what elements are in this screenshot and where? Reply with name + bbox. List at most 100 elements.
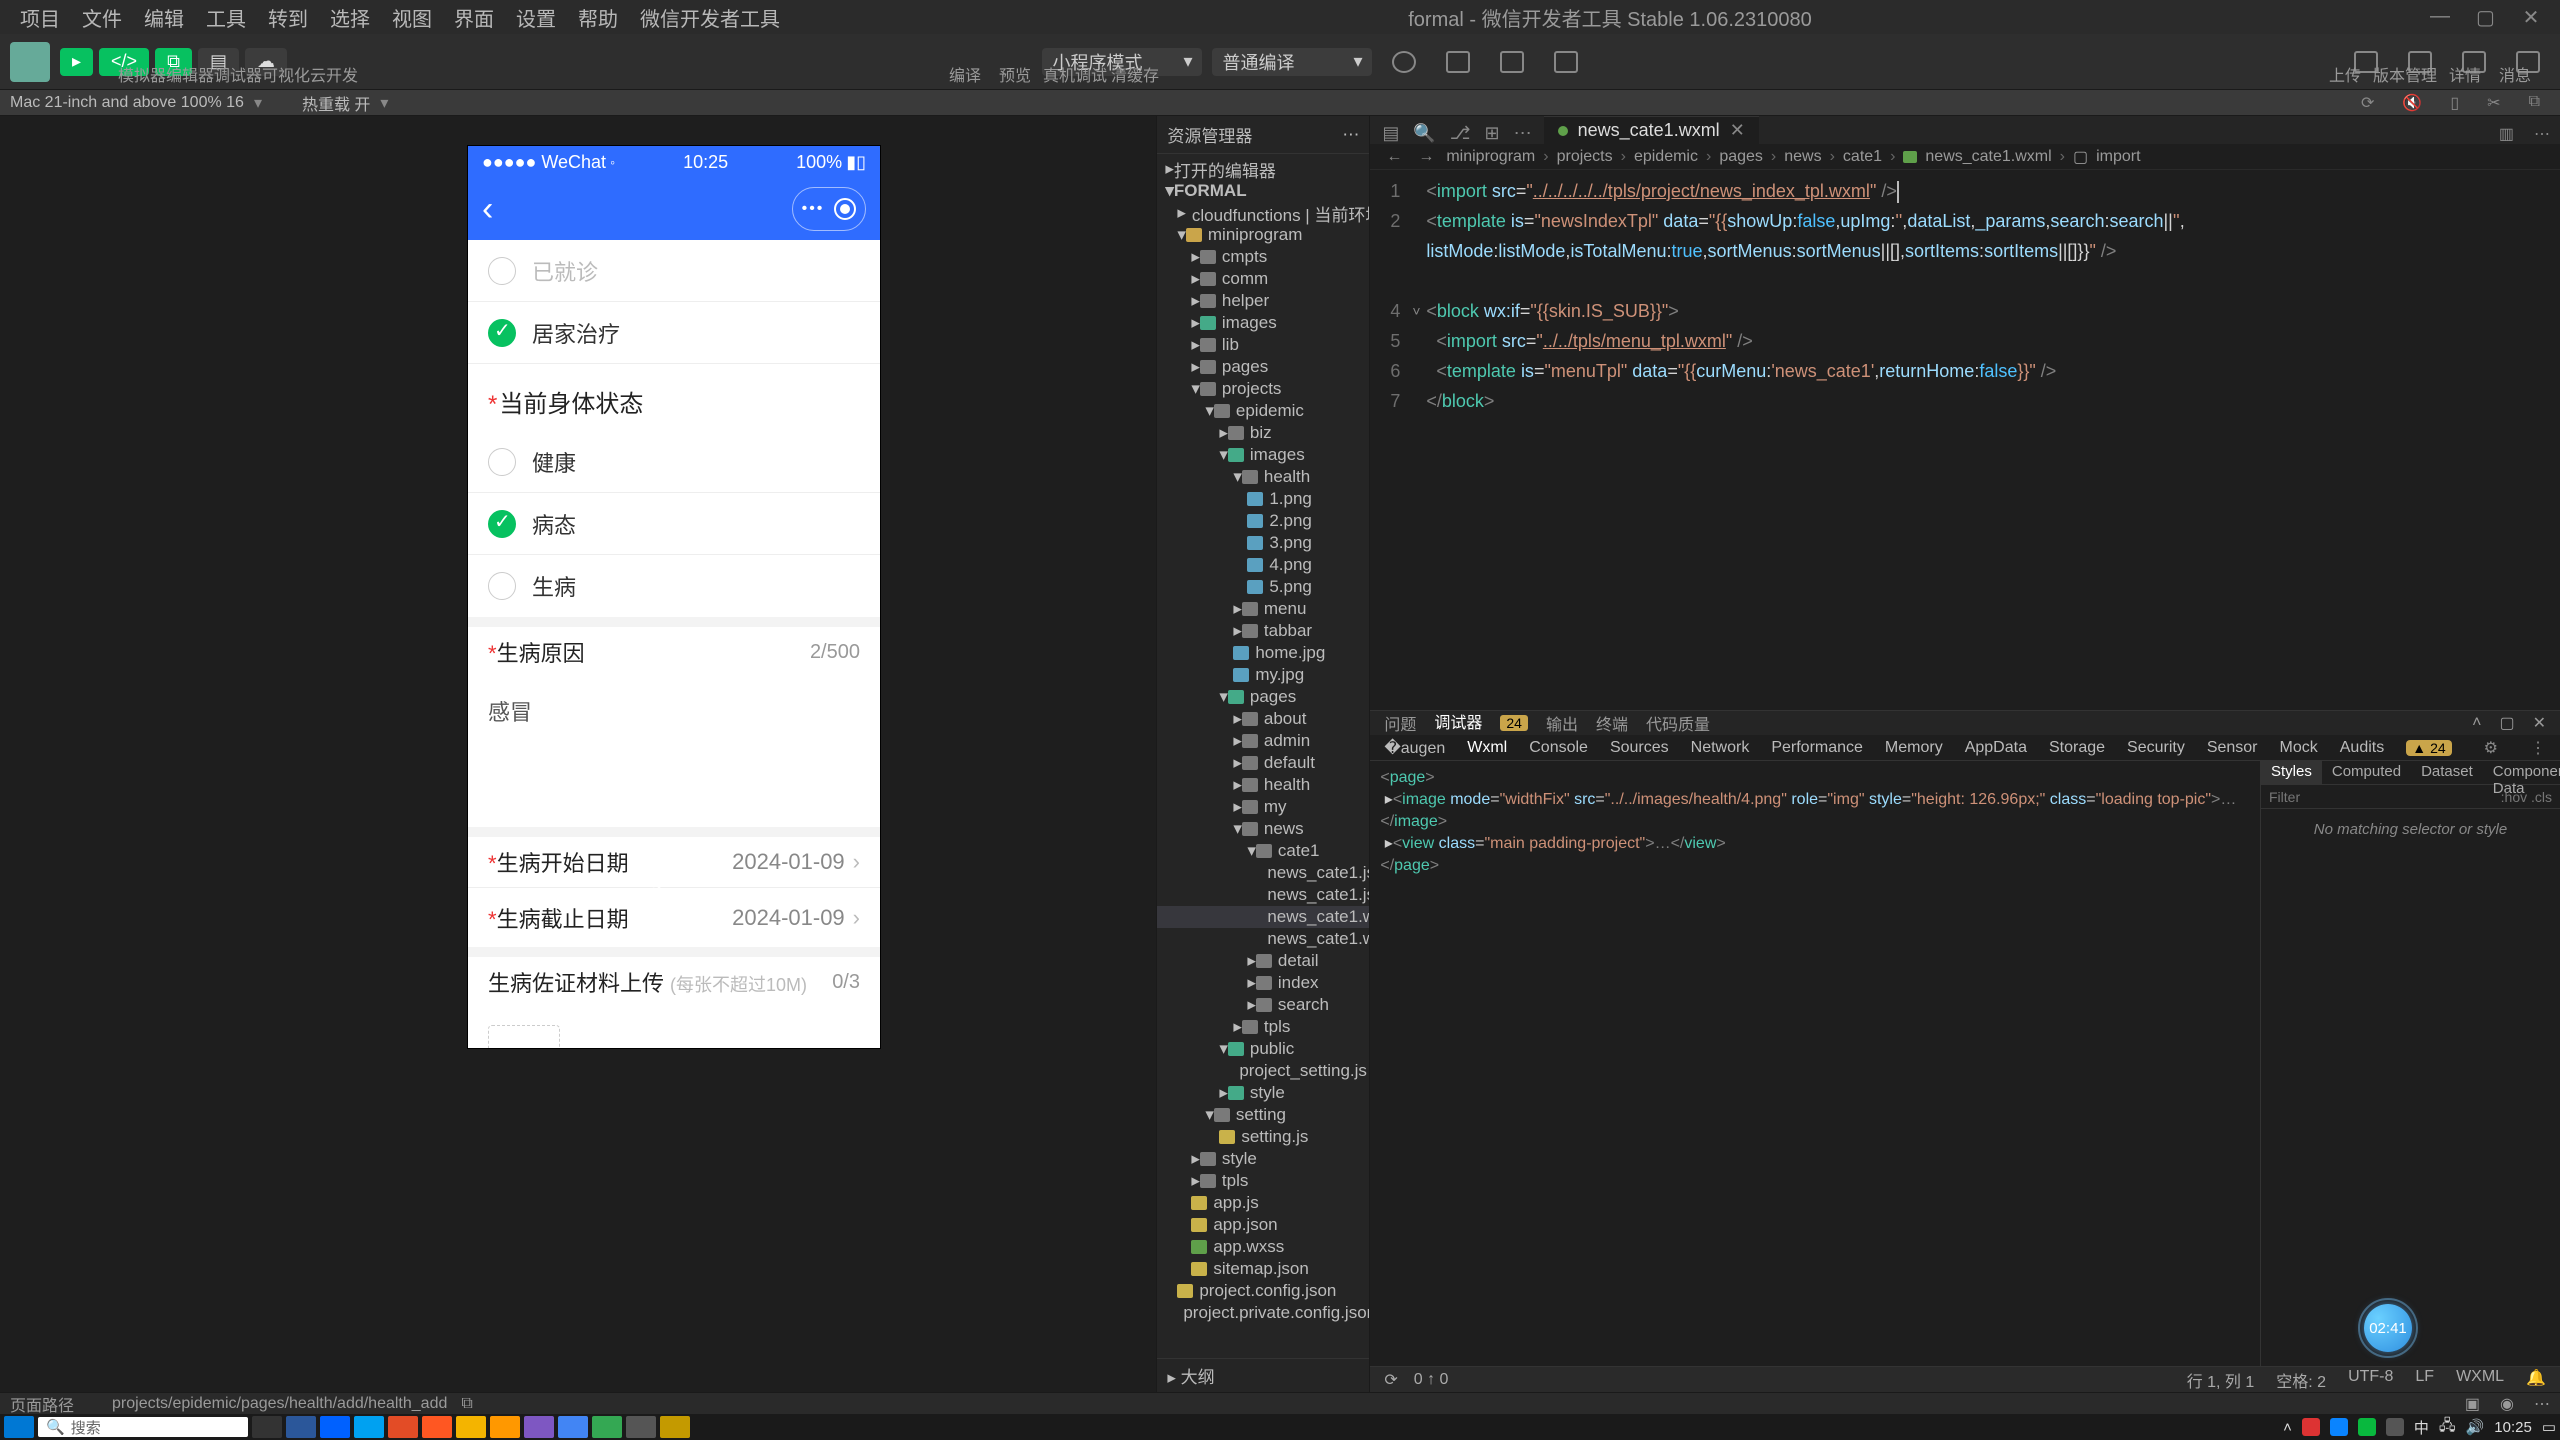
tree-folder[interactable]: ▸ lib bbox=[1157, 334, 1369, 356]
gear-icon[interactable]: ⚙ bbox=[2484, 738, 2498, 758]
tab-debugger[interactable]: 调试器 bbox=[1434, 709, 1482, 737]
devtab-perf[interactable]: Performance bbox=[1771, 739, 1863, 757]
capsule-menu-icon[interactable]: ••• bbox=[802, 200, 825, 218]
tree-folder[interactable]: ▸ my bbox=[1157, 796, 1369, 818]
eol[interactable]: LF bbox=[2415, 1368, 2434, 1392]
tree-file[interactable]: 3.png bbox=[1157, 532, 1369, 554]
tab-close-icon[interactable]: ✕ bbox=[1730, 120, 1745, 141]
app-icon[interactable] bbox=[320, 1416, 350, 1438]
tab-output[interactable]: 输出 bbox=[1546, 711, 1578, 735]
git-sync-icon[interactable]: ⟳ bbox=[1384, 1370, 1397, 1390]
remote-debug-button[interactable] bbox=[1490, 40, 1534, 84]
editor-more-icon[interactable]: ⋯ bbox=[2524, 124, 2560, 144]
tree-folder[interactable]: ▸ images bbox=[1157, 312, 1369, 334]
window-min-icon[interactable]: — bbox=[2430, 5, 2448, 30]
tree-file[interactable]: project.private.config.json bbox=[1157, 1302, 1369, 1324]
tray-chevron-icon[interactable]: ˄ bbox=[2283, 1419, 2292, 1436]
tree-file-active[interactable]: news_cate1.wxml bbox=[1157, 906, 1369, 928]
tab-problems[interactable]: 问题 bbox=[1384, 711, 1416, 735]
split-editor-icon[interactable]: ▥ bbox=[2489, 124, 2524, 144]
tree-folder[interactable]: ▸ search bbox=[1157, 994, 1369, 1016]
sim-pop-icon[interactable]: ⧉ bbox=[2529, 93, 2540, 113]
tree-file[interactable]: setting.js bbox=[1157, 1126, 1369, 1148]
sim-cut-icon[interactable]: ✂ bbox=[2487, 93, 2500, 113]
tree-file[interactable]: 1.png bbox=[1157, 488, 1369, 510]
tree-file[interactable]: app.wxss bbox=[1157, 1236, 1369, 1258]
ext-icon[interactable]: ⊞ bbox=[1485, 123, 1500, 144]
tree-folder[interactable]: ▾ health bbox=[1157, 466, 1369, 488]
tree-folder[interactable]: ▸ style bbox=[1157, 1082, 1369, 1104]
sim-device-icon[interactable]: ▯ bbox=[2450, 93, 2459, 113]
tree-folder[interactable]: ▾ pages bbox=[1157, 686, 1369, 708]
tree-folder[interactable]: ▾ projects bbox=[1157, 378, 1369, 400]
device-selector[interactable]: Mac 21-inch and above 100% 16 bbox=[10, 94, 244, 112]
upload-add-button[interactable]: 📷 bbox=[488, 1025, 560, 1048]
dom-tree[interactable]: <page> ▸<image mode="widthFix" src="../.… bbox=[1370, 761, 2260, 1366]
sim-refresh-icon[interactable]: ⟳ bbox=[2361, 93, 2374, 113]
tray-icon[interactable] bbox=[2302, 1418, 2320, 1436]
taskview-icon[interactable] bbox=[252, 1416, 282, 1438]
radio-unchecked[interactable] bbox=[488, 257, 516, 285]
app-icon[interactable] bbox=[354, 1416, 384, 1438]
styles-tab[interactable]: Styles bbox=[2261, 761, 2322, 784]
radio-unchecked[interactable] bbox=[488, 448, 516, 476]
tree-folder[interactable]: ▸ menu bbox=[1157, 598, 1369, 620]
window-max-icon[interactable]: ▢ bbox=[2476, 5, 2494, 30]
encoding[interactable]: UTF-8 bbox=[2348, 1368, 2393, 1392]
capsule-close-icon[interactable] bbox=[834, 198, 856, 220]
radio-checked[interactable] bbox=[488, 510, 516, 538]
explorer-more-icon[interactable]: ⋯ bbox=[1342, 125, 1359, 145]
tree-folder[interactable]: ▸ pages bbox=[1157, 356, 1369, 378]
tray-icon[interactable] bbox=[2330, 1418, 2348, 1436]
radio-unchecked[interactable] bbox=[488, 572, 516, 600]
clear-cache-button[interactable] bbox=[1544, 40, 1588, 84]
date-value[interactable]: 2024-01-09 bbox=[732, 905, 845, 931]
devtab-storage[interactable]: Storage bbox=[2049, 739, 2105, 757]
menu-settings[interactable]: 设置 bbox=[506, 3, 566, 32]
tree-folder[interactable]: ▸ about bbox=[1157, 708, 1369, 730]
computed-tab[interactable]: Computed bbox=[2322, 761, 2411, 784]
tree-folder[interactable]: ▸ tabbar bbox=[1157, 620, 1369, 642]
capsule-button[interactable]: ••• bbox=[792, 187, 866, 231]
explorer-icon[interactable]: ▤ bbox=[1382, 123, 1399, 144]
warning-chip[interactable]: ▲ 24 bbox=[2406, 740, 2451, 756]
nav-back-icon[interactable]: ‹ bbox=[482, 190, 493, 229]
tree-folder[interactable]: ▸ style bbox=[1157, 1148, 1369, 1170]
os-search[interactable]: 🔍搜索 bbox=[38, 1417, 248, 1437]
devtab-security[interactable]: Security bbox=[2127, 739, 2185, 757]
tree-file[interactable]: app.json bbox=[1157, 1214, 1369, 1236]
open-editors-section[interactable]: ▸ 打开的编辑器 bbox=[1157, 158, 1369, 180]
build-type-dropdown[interactable]: 普通编译▾ bbox=[1212, 48, 1372, 76]
tree-file[interactable]: project.config.json bbox=[1157, 1280, 1369, 1302]
devtab-network[interactable]: Network bbox=[1691, 739, 1750, 757]
tree-file[interactable]: home.jpg bbox=[1157, 642, 1369, 664]
devtab-audits[interactable]: Audits bbox=[2340, 739, 2384, 757]
editor-tab-active[interactable]: news_cate1.wxml ✕ bbox=[1544, 116, 1759, 144]
date-value[interactable]: 2024-01-09 bbox=[732, 849, 845, 875]
app-icon[interactable] bbox=[592, 1416, 622, 1438]
tree-folder[interactable]: ▸ health bbox=[1157, 774, 1369, 796]
tree-file[interactable]: news_cate1.wxss bbox=[1157, 928, 1369, 950]
panel-toggle-icon[interactable]: ˄ bbox=[2472, 714, 2481, 732]
menu-project[interactable]: 项目 bbox=[10, 3, 70, 32]
volume-icon[interactable]: 🔊 bbox=[2466, 1418, 2485, 1436]
tree-folder[interactable]: ▸ default bbox=[1157, 752, 1369, 774]
project-avatar[interactable] bbox=[10, 42, 50, 82]
radio-checked[interactable] bbox=[488, 319, 516, 347]
window-close-icon[interactable]: ✕ bbox=[2522, 5, 2540, 30]
tree-folder[interactable]: ▸ index bbox=[1157, 972, 1369, 994]
lang-mode[interactable]: WXML bbox=[2456, 1368, 2504, 1392]
assistant-bubble[interactable]: 02:41 bbox=[2364, 1304, 2412, 1352]
inspect-icon[interactable]: �augen bbox=[1384, 738, 1445, 758]
styles-filter[interactable]: Filter bbox=[2269, 789, 2300, 805]
tree-folder[interactable]: ▾ setting bbox=[1157, 1104, 1369, 1126]
tree-file[interactable]: my.jpg bbox=[1157, 664, 1369, 686]
tree-folder[interactable]: ▸ cmpts bbox=[1157, 246, 1369, 268]
app-icon[interactable] bbox=[422, 1416, 452, 1438]
bell-icon[interactable]: 🔔 bbox=[2526, 1368, 2546, 1392]
toggle-simulator[interactable]: ▸ bbox=[60, 48, 93, 76]
tree-folder[interactable]: ▸ comm bbox=[1157, 268, 1369, 290]
tree-folder[interactable]: ▸ biz bbox=[1157, 422, 1369, 444]
tree-folder[interactable]: ▾ epidemic bbox=[1157, 400, 1369, 422]
screenshot-icon[interactable]: ▣ bbox=[2465, 1394, 2480, 1414]
